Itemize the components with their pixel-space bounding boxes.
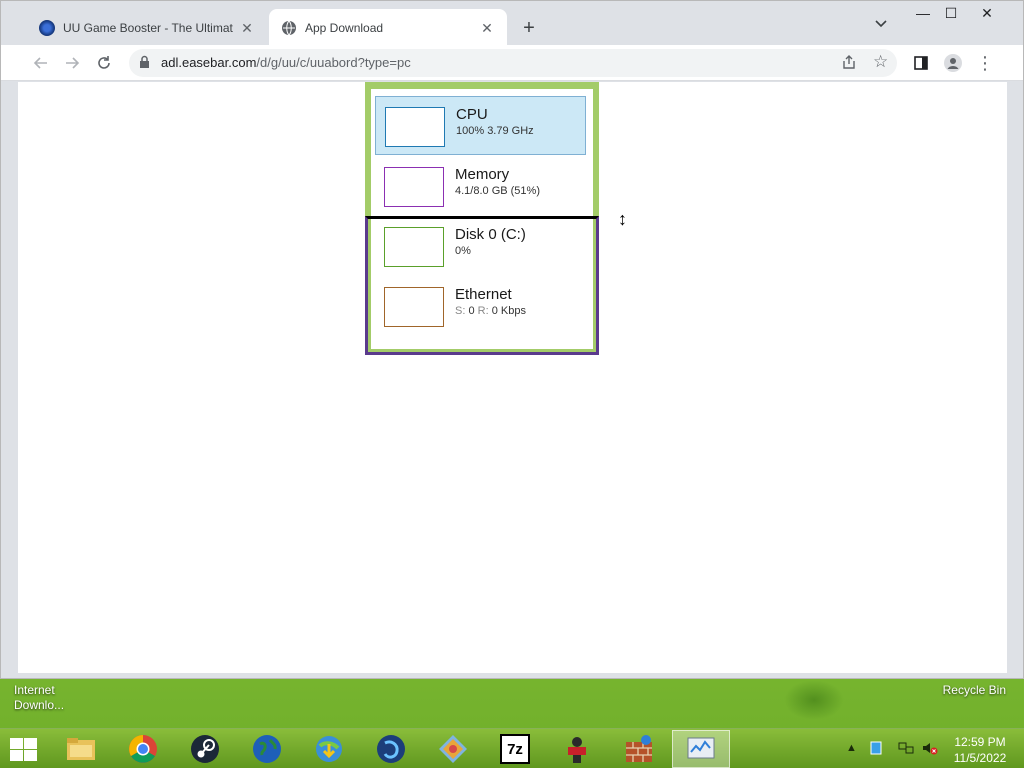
folder-icon: [66, 734, 96, 764]
globe-icon: [281, 20, 297, 36]
page-content: CPU 100% 3.79 GHz Memory 4.1/8.0 GB (51%…: [18, 82, 1007, 673]
receive-value: 0 Kbps: [491, 305, 526, 317]
perf-item-name: Ethernet: [455, 286, 512, 303]
close-window-button[interactable]: ✕: [977, 3, 997, 23]
steam-icon: [190, 734, 220, 764]
maximize-button[interactable]: ☐: [941, 3, 961, 23]
show-hidden-icons-chevron-icon[interactable]: ▲: [846, 742, 857, 754]
uu-favicon-icon: [39, 20, 55, 36]
performance-panel: CPU 100% 3.79 GHz Memory 4.1/8.0 GB (51%…: [365, 82, 599, 355]
vertical-resize-cursor-icon: ↕: [618, 209, 627, 229]
desktop-wallpaper-leaf: [784, 680, 844, 720]
send-label: S:: [455, 305, 466, 317]
taskbar-7zip[interactable]: 7z: [486, 730, 544, 768]
bookmark-star-icon[interactable]: ☆: [873, 52, 888, 72]
receive-label: R:: [477, 305, 489, 317]
perf-item-value: 100% 3.79 GHz: [456, 125, 534, 137]
windows-logo-pane: [24, 750, 37, 761]
browser-toolbar: adl.easebar.com/d/g/uu/c/uuabord?type=pc…: [1, 45, 1023, 81]
back-arrow-icon[interactable]: [29, 51, 53, 75]
globe-icon: [252, 734, 282, 764]
tab-title: UU Game Booster - The Ultimate: [63, 21, 233, 35]
desktop-icon-recycle-bin[interactable]: Recycle Bin: [943, 683, 1006, 698]
windows-start-button[interactable]: [8, 737, 38, 761]
perf-item-value: 0%: [455, 245, 471, 257]
cpu-graph-thumbnail: [385, 107, 445, 147]
tray-notification-icon[interactable]: [870, 741, 882, 758]
tab-uu-game-booster[interactable]: UU Game Booster - The Ultimate ✕: [27, 9, 267, 47]
perf-item-value: 4.1/8.0 GB (51%): [455, 185, 540, 197]
taskbar-globe[interactable]: [238, 730, 296, 768]
perf-item-value: S: 0 R: 0 Kbps: [455, 305, 526, 317]
diamond-app-icon: [438, 734, 468, 764]
game-character-icon: [562, 734, 592, 764]
task-manager-icon: [686, 734, 716, 764]
lock-icon[interactable]: [139, 55, 150, 74]
windows-logo-pane: [10, 750, 23, 761]
taskbar-file-explorer[interactable]: [52, 730, 110, 768]
perf-item-ethernet[interactable]: Ethernet S: 0 R: 0 Kbps: [375, 277, 586, 336]
perf-item-cpu[interactable]: CPU 100% 3.79 GHz: [375, 96, 586, 155]
clock-time: 12:59 PM: [954, 735, 1006, 749]
idm-icon: [314, 734, 344, 764]
tab-title: App Download: [305, 21, 384, 35]
kebab-menu-icon[interactable]: ⋮: [973, 51, 997, 75]
taskbar-firewall[interactable]: [610, 730, 668, 768]
taskbar-app-blue[interactable]: [362, 730, 420, 768]
taskbar-task-manager[interactable]: [672, 730, 730, 768]
close-tab-icon[interactable]: ✕: [479, 20, 495, 37]
profile-avatar-icon[interactable]: [941, 51, 965, 75]
blue-app-icon: [376, 734, 406, 764]
side-panel-icon[interactable]: [909, 51, 933, 75]
disk-graph-thumbnail: [384, 227, 444, 267]
taskbar-internet-download-manager[interactable]: [300, 730, 358, 768]
taskbar-steam[interactable]: [176, 730, 234, 768]
system-clock[interactable]: 12:59 PM 11/5/2022: [940, 734, 1020, 766]
perf-item-name: CPU: [456, 106, 488, 123]
new-tab-button[interactable]: +: [517, 16, 541, 40]
minimize-button[interactable]: —: [913, 3, 933, 23]
brick-wall-icon: [624, 734, 654, 764]
memory-graph-thumbnail: [384, 167, 444, 207]
address-bar[interactable]: adl.easebar.com/d/g/uu/c/uuabord?type=pc…: [129, 49, 897, 77]
browser-window: UU Game Booster - The Ultimate ✕ App Dow…: [0, 0, 1024, 679]
clock-date: 11/5/2022: [953, 751, 1007, 765]
windows-logo-pane: [24, 738, 37, 749]
tab-app-download[interactable]: App Download ✕: [269, 9, 507, 47]
perf-item-memory[interactable]: Memory 4.1/8.0 GB (51%): [375, 157, 586, 216]
desktop-icon-internet-download[interactable]: Internet Downlo...: [14, 683, 84, 713]
perf-item-name: Memory: [455, 166, 510, 183]
chrome-icon: [128, 734, 158, 764]
volume-muted-icon[interactable]: [922, 741, 938, 758]
tab-strip: UU Game Booster - The Ultimate ✕ App Dow…: [1, 1, 1023, 47]
windows-logo-pane: [10, 738, 23, 749]
url-text: adl.easebar.com/d/g/uu/c/uuabord?type=pc: [161, 55, 411, 70]
url-path: /d/g/uu/c/uuabord?type=pc: [256, 55, 411, 70]
reload-icon[interactable]: [92, 51, 116, 75]
ethernet-graph-thumbnail: [384, 287, 444, 327]
taskbar-chrome[interactable]: [114, 730, 172, 768]
tab-search-chevron-icon[interactable]: [875, 17, 887, 31]
taskbar-game-app[interactable]: [548, 730, 606, 768]
network-icon[interactable]: [898, 741, 914, 758]
send-value: 0: [468, 305, 475, 317]
close-tab-icon[interactable]: ✕: [239, 20, 255, 37]
7zip-icon: 7z: [500, 734, 530, 764]
taskbar-app-diamond[interactable]: [424, 730, 482, 768]
taskbar: 7z ▲ 12:59 PM 11/5/2022: [0, 728, 1024, 768]
url-domain: adl.easebar.com: [161, 55, 257, 70]
share-icon[interactable]: [841, 54, 857, 73]
forward-arrow-icon[interactable]: [60, 51, 84, 75]
perf-item-name: Disk 0 (C:): [455, 226, 526, 243]
perf-item-disk[interactable]: Disk 0 (C:) 0%: [375, 217, 586, 276]
